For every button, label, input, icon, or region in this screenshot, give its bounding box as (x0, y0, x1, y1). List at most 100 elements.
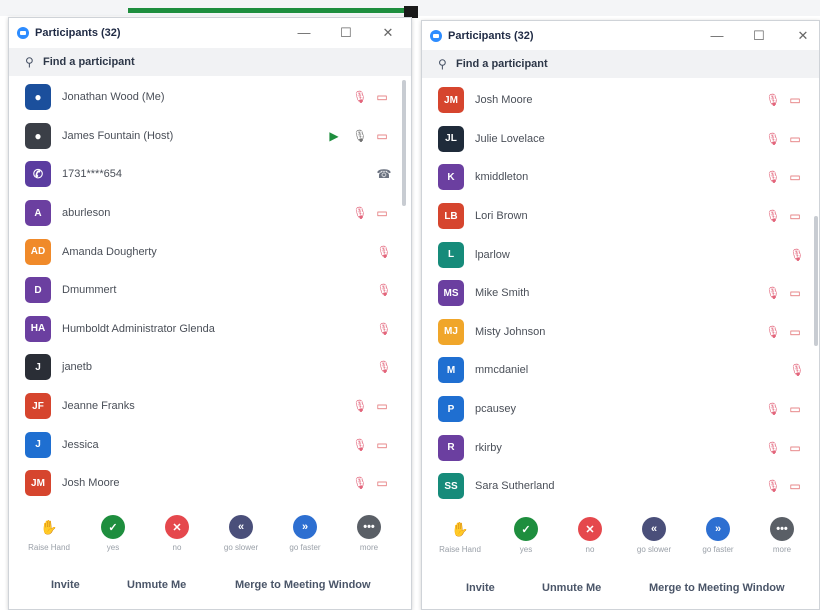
video-off-icon[interactable]: ▭ (788, 441, 802, 455)
participant-name: Mike Smith (475, 287, 530, 300)
phone-avatar-icon: ✆ (32, 167, 44, 182)
muted-mic-icon[interactable]: 🎙 (376, 283, 391, 297)
minimize-icon[interactable]: — (295, 24, 313, 42)
go-faster-button[interactable]: » go faster (275, 515, 335, 552)
muted-mic-icon[interactable]: 🎙 (765, 479, 780, 493)
scrollbar[interactable] (402, 80, 406, 206)
invite-button[interactable]: Invite (51, 579, 80, 591)
participant-row[interactable]: Rrkirby 🎙 ▭ (422, 428, 819, 467)
video-off-icon[interactable]: ▭ (788, 402, 802, 416)
maximize-icon[interactable]: ☐ (337, 24, 355, 42)
merge-to-meeting-window-button[interactable]: Merge to Meeting Window (235, 579, 371, 591)
muted-mic-icon[interactable]: 🎙 (352, 206, 367, 220)
no-button[interactable]: ✕ no (147, 515, 207, 552)
muted-mic-icon[interactable]: 🎙 (352, 476, 367, 490)
participant-row[interactable]: JM Josh Moore 🎙 ▭ (422, 81, 819, 120)
participant-row[interactable]: MS Mike Smith 🎙 ▭ (422, 274, 819, 313)
participant-row[interactable]: JL Julie Lovelace 🎙 ▭ (422, 120, 819, 159)
participant-row[interactable]: ● James Fountain (Host) ▶ 🎙 ▭ (9, 117, 411, 156)
mic-icon[interactable]: 🎙 (352, 129, 367, 143)
participant-name: Misty Johnson (475, 325, 546, 338)
participant-row[interactable]: Kkmiddleton 🎙 ▭ (422, 158, 819, 197)
zoom-logo-icon (430, 30, 442, 42)
go-slower-button[interactable]: « go slower (624, 517, 684, 554)
muted-mic-icon[interactable]: 🎙 (765, 286, 780, 300)
no-button[interactable]: ✕ no (560, 517, 620, 554)
muted-mic-icon[interactable]: 🎙 (376, 245, 391, 259)
minimize-icon[interactable]: — (708, 27, 726, 45)
participant-row[interactable]: Mmmcdaniel 🎙 (422, 351, 819, 390)
invite-button[interactable]: Invite (466, 582, 495, 594)
muted-mic-icon[interactable]: 🎙 (765, 170, 780, 184)
muted-mic-icon[interactable]: 🎙 (789, 248, 804, 262)
maximize-icon[interactable]: ☐ (750, 27, 768, 45)
video-off-icon[interactable]: ▭ (788, 132, 802, 146)
video-off-icon[interactable]: ▭ (788, 209, 802, 223)
participant-row[interactable]: D Dmummert 🎙 (9, 271, 411, 310)
video-off-icon[interactable]: ▭ (788, 170, 802, 184)
close-icon[interactable]: ✕ (379, 24, 397, 42)
search-input[interactable]: Find a participant (43, 56, 135, 68)
muted-mic-icon[interactable]: 🎙 (765, 93, 780, 107)
more-button[interactable]: ••• more (752, 517, 812, 554)
title-bar[interactable]: Participants (32) — ☐ ✕ (422, 21, 819, 51)
scrollbar[interactable] (814, 216, 818, 346)
participant-row[interactable]: ● Jonathan Wood (Me) 🎙 ▭ (9, 78, 411, 117)
participant-row[interactable]: J Jessica 🎙 ▭ (9, 425, 411, 464)
muted-mic-icon[interactable]: 🎙 (352, 90, 367, 104)
yes-button[interactable]: ✓ yes (496, 517, 556, 554)
share-screen-icon[interactable]: ▶ (327, 129, 341, 143)
muted-mic-icon[interactable]: 🎙 (352, 399, 367, 413)
search-bar[interactable]: ⚲ Find a participant (9, 48, 411, 76)
raise-hand-button[interactable]: ✋ Raise Hand (19, 515, 79, 552)
muted-mic-icon[interactable]: 🎙 (765, 132, 780, 146)
title-bar[interactable]: Participants (32) — ☐ ✕ (9, 18, 411, 48)
participant-row[interactable]: Aaburleson 🎙 ▭ (9, 194, 411, 233)
background-green-bar (128, 8, 418, 13)
more-button[interactable]: ••• more (339, 515, 399, 552)
muted-mic-icon[interactable]: 🎙 (765, 441, 780, 455)
muted-mic-icon[interactable]: 🎙 (789, 363, 804, 377)
participant-row[interactable]: Llparlow 🎙 (422, 235, 819, 274)
participant-row[interactable]: MJ Misty Johnson 🎙 ▭ (422, 313, 819, 352)
muted-mic-icon[interactable]: 🎙 (376, 360, 391, 374)
phone-icon[interactable]: ☎ (377, 167, 392, 181)
video-off-icon[interactable]: ▭ (375, 90, 389, 104)
video-off-icon[interactable]: ▭ (788, 286, 802, 300)
participant-name: aburleson (62, 207, 111, 220)
participant-row[interactable]: JM Josh Moore 🎙 ▭ (9, 464, 411, 503)
participant-row[interactable]: HA Humboldt Administrator Glenda 🎙 (9, 310, 411, 349)
video-off-icon[interactable]: ▭ (788, 479, 802, 493)
video-off-icon[interactable]: ▭ (375, 399, 389, 413)
video-off-icon[interactable]: ▭ (375, 129, 389, 143)
participant-row[interactable]: LB Lori Brown 🎙 ▭ (422, 197, 819, 236)
participant-row[interactable]: ✆ 1731****654 ☎ (9, 155, 411, 194)
participant-row[interactable]: SS Sara Sutherland 🎙 ▭ (422, 467, 819, 506)
participant-row[interactable]: JF Jeanne Franks 🎙 ▭ (9, 387, 411, 426)
unmute-me-button[interactable]: Unmute Me (542, 582, 601, 594)
go-faster-button[interactable]: » go faster (688, 517, 748, 554)
muted-mic-icon[interactable]: 🎙 (376, 322, 391, 336)
video-off-icon[interactable]: ▭ (375, 206, 389, 220)
participant-row[interactable]: AD Amanda Dougherty 🎙 (9, 232, 411, 271)
search-bar[interactable]: ⚲ Find a participant (422, 50, 819, 78)
video-off-icon[interactable]: ▭ (788, 325, 802, 339)
close-icon[interactable]: ✕ (794, 27, 812, 45)
go-slower-button[interactable]: « go slower (211, 515, 271, 552)
muted-mic-icon[interactable]: 🎙 (765, 402, 780, 416)
zoom-logo-icon (17, 27, 29, 39)
muted-mic-icon[interactable]: 🎙 (765, 209, 780, 223)
raise-hand-button[interactable]: ✋ Raise Hand (430, 517, 490, 554)
muted-mic-icon[interactable]: 🎙 (352, 438, 367, 452)
muted-mic-icon[interactable]: 🎙 (765, 325, 780, 339)
unmute-me-button[interactable]: Unmute Me (127, 579, 186, 591)
search-input[interactable]: Find a participant (456, 58, 548, 70)
participant-row[interactable]: Ppcausey 🎙 ▭ (422, 390, 819, 429)
video-off-icon[interactable]: ▭ (375, 438, 389, 452)
merge-to-meeting-window-button[interactable]: Merge to Meeting Window (649, 582, 785, 594)
yes-button[interactable]: ✓ yes (83, 515, 143, 552)
participant-name: kmiddleton (475, 171, 529, 184)
video-off-icon[interactable]: ▭ (788, 93, 802, 107)
participant-row[interactable]: Jjanetb 🎙 (9, 348, 411, 387)
video-off-icon[interactable]: ▭ (375, 476, 389, 490)
